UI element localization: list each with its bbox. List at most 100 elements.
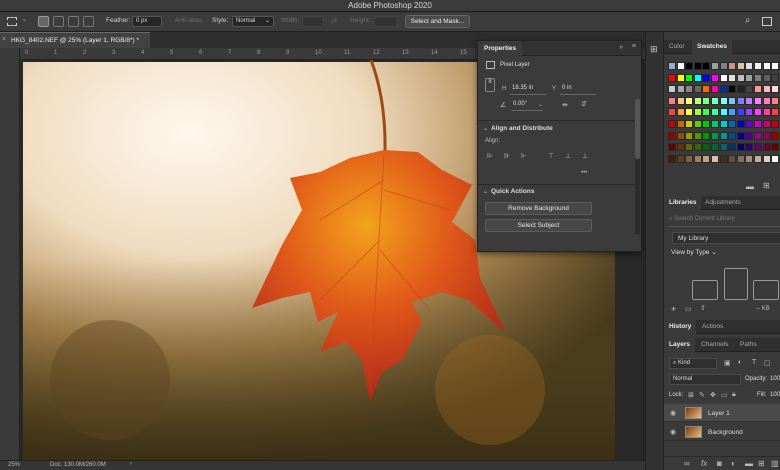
marquee-tool-icon[interactable] xyxy=(7,17,17,26)
color-swatch[interactable] xyxy=(762,143,771,152)
width-input[interactable] xyxy=(302,16,324,27)
color-swatch[interactable] xyxy=(711,154,719,163)
tab-layers[interactable]: Layers xyxy=(664,338,695,352)
color-swatch[interactable] xyxy=(693,108,702,117)
color-swatch[interactable] xyxy=(719,73,728,82)
color-swatch[interactable] xyxy=(736,85,745,94)
angle-chevron-icon[interactable]: ⌄ xyxy=(538,101,543,108)
color-swatch[interactable] xyxy=(745,120,754,128)
color-swatch[interactable] xyxy=(711,96,719,105)
new-group-icon[interactable]: ▬ xyxy=(745,459,753,468)
add-icon[interactable]: + xyxy=(671,304,676,314)
align-heading[interactable]: Align and Distribute xyxy=(491,125,648,132)
tab-paths[interactable]: Paths xyxy=(735,338,762,352)
color-swatch[interactable] xyxy=(762,85,771,94)
color-swatch[interactable] xyxy=(711,85,719,94)
color-swatch[interactable] xyxy=(719,62,728,70)
color-swatch[interactable] xyxy=(711,143,719,152)
color-swatch[interactable] xyxy=(693,120,702,128)
view-by-type[interactable]: View by Type ⌄ xyxy=(671,248,717,256)
color-swatch[interactable] xyxy=(668,73,676,82)
add-mask-icon[interactable]: ◙ xyxy=(717,459,722,468)
color-swatch[interactable] xyxy=(719,154,728,163)
y-input[interactable]: 0 in xyxy=(560,85,596,95)
color-swatch[interactable] xyxy=(754,96,762,105)
color-swatch[interactable] xyxy=(685,96,694,105)
more-options[interactable]: ••• xyxy=(581,170,587,176)
color-swatch[interactable] xyxy=(702,154,711,163)
color-swatch[interactable] xyxy=(736,120,745,128)
color-swatch[interactable] xyxy=(702,120,711,128)
color-swatch[interactable] xyxy=(736,131,745,140)
color-swatch[interactable] xyxy=(693,73,702,82)
color-swatch[interactable] xyxy=(711,108,719,117)
color-swatch[interactable] xyxy=(668,143,676,152)
color-swatch[interactable] xyxy=(754,108,762,117)
flip-vertical-icon[interactable]: ⇵ xyxy=(581,100,587,108)
color-swatch[interactable] xyxy=(676,96,685,105)
color-swatch[interactable] xyxy=(728,154,737,163)
color-swatch[interactable] xyxy=(736,62,745,70)
document-tab[interactable]: × HKG_8402.NEF @ 25% (Layer 1, RGB/8*) * xyxy=(0,32,150,48)
color-swatch[interactable] xyxy=(711,62,719,70)
color-swatch[interactable] xyxy=(728,96,737,105)
color-swatch[interactable] xyxy=(693,154,702,163)
search-icon[interactable]: ⌕ xyxy=(745,15,751,26)
select-and-mask-button[interactable]: Select and Mask... xyxy=(405,15,470,28)
tab-actions[interactable]: Actions xyxy=(697,320,728,334)
lock-pixels-icon[interactable]: ⊠ xyxy=(688,391,694,399)
color-swatch[interactable] xyxy=(771,108,780,117)
color-swatch[interactable] xyxy=(728,120,737,128)
lock-paint-icon[interactable]: ✎ xyxy=(699,391,705,399)
color-swatch[interactable] xyxy=(719,108,728,117)
subtract-selection-icon[interactable] xyxy=(68,16,79,27)
filter-shape-icon[interactable]: ▢ xyxy=(764,359,771,367)
height-input[interactable] xyxy=(374,16,398,27)
layer-row-background[interactable]: ◉ Background xyxy=(664,423,780,441)
h-input[interactable]: 18.35 in xyxy=(510,85,546,95)
color-swatch[interactable] xyxy=(702,62,711,70)
color-swatch[interactable] xyxy=(693,131,702,140)
align-top-icon[interactable]: ⊤ xyxy=(548,152,554,160)
color-swatch[interactable] xyxy=(685,143,694,152)
color-swatch[interactable] xyxy=(676,120,685,128)
color-swatch[interactable] xyxy=(762,73,771,82)
color-swatch[interactable] xyxy=(762,154,771,163)
align-center-h-icon[interactable]: ⊪ xyxy=(504,152,510,160)
color-swatch[interactable] xyxy=(771,131,780,140)
color-swatch[interactable] xyxy=(685,85,694,94)
color-swatch[interactable] xyxy=(771,96,780,105)
color-swatch[interactable] xyxy=(771,85,780,94)
color-swatch[interactable] xyxy=(711,131,719,140)
color-swatch[interactable] xyxy=(771,154,780,163)
color-swatch[interactable] xyxy=(702,73,711,82)
library-search-input[interactable]: ⌕ Search Current Library xyxy=(669,216,780,227)
color-swatch[interactable] xyxy=(745,131,754,140)
color-swatch[interactable] xyxy=(711,73,719,82)
color-swatch[interactable] xyxy=(728,143,737,152)
tab-adjustments[interactable]: Adjustments xyxy=(700,196,746,210)
color-swatch[interactable] xyxy=(754,85,762,94)
color-swatch[interactable] xyxy=(676,108,685,117)
color-swatch[interactable] xyxy=(702,85,711,94)
color-swatch[interactable] xyxy=(771,73,780,82)
color-swatch[interactable] xyxy=(754,73,762,82)
properties-scrollbar[interactable] xyxy=(635,99,640,234)
collapse-icon[interactable]: » xyxy=(619,44,623,51)
swap-icon[interactable]: ⇄ xyxy=(331,17,337,25)
style-select[interactable]: Normal ⌄ xyxy=(232,16,274,27)
color-swatch[interactable] xyxy=(762,131,771,140)
color-swatch[interactable] xyxy=(728,62,737,70)
color-swatch[interactable] xyxy=(762,108,771,117)
workspace-icon[interactable] xyxy=(762,17,772,26)
color-swatch[interactable] xyxy=(745,73,754,82)
color-swatch[interactable] xyxy=(685,73,694,82)
fill-input[interactable]: 100 xyxy=(770,392,780,398)
tool-preset-chevron-icon[interactable]: ⌄ xyxy=(22,16,27,23)
add-selection-icon[interactable] xyxy=(53,16,64,27)
select-subject-button[interactable]: Select Subject xyxy=(485,219,592,232)
lock-artboard-icon[interactable]: ▭ xyxy=(721,391,728,399)
color-swatch[interactable] xyxy=(685,154,694,163)
color-swatch[interactable] xyxy=(728,85,737,94)
color-swatch[interactable] xyxy=(702,131,711,140)
